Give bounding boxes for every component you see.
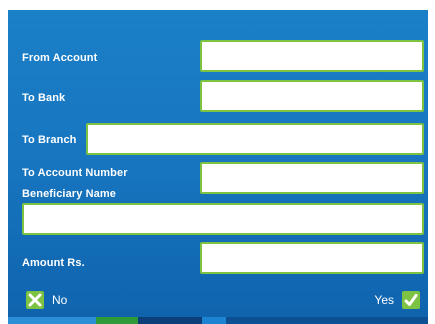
to-bank-field[interactable] (200, 80, 424, 112)
beneficiary-name-label: Beneficiary Name (22, 188, 116, 200)
to-branch-label: To Branch (22, 134, 77, 146)
to-account-number-label: To Account Number (22, 167, 128, 179)
yes-button[interactable]: Yes (374, 291, 420, 309)
amount-field[interactable] (200, 242, 424, 274)
no-button[interactable]: No (26, 291, 67, 309)
close-icon (26, 291, 44, 309)
bottom-bar-segment (96, 317, 138, 324)
bottom-bar-segment (226, 317, 428, 324)
beneficiary-name-field[interactable] (22, 203, 424, 235)
bottom-bar-segment (138, 317, 202, 324)
check-icon (402, 291, 420, 309)
transfer-form-panel: From Account To Bank To Branch To Accoun… (8, 10, 428, 324)
from-account-field[interactable] (200, 40, 424, 72)
to-account-number-field[interactable] (200, 162, 424, 194)
bottom-bar-segment (8, 317, 96, 324)
from-account-label: From Account (22, 52, 98, 64)
amount-label: Amount Rs. (22, 257, 85, 269)
no-label: No (52, 293, 68, 307)
to-branch-field[interactable] (86, 123, 424, 155)
yes-label: Yes (374, 293, 394, 307)
to-bank-label: To Bank (22, 92, 66, 104)
bottom-bar-segment (202, 317, 226, 324)
